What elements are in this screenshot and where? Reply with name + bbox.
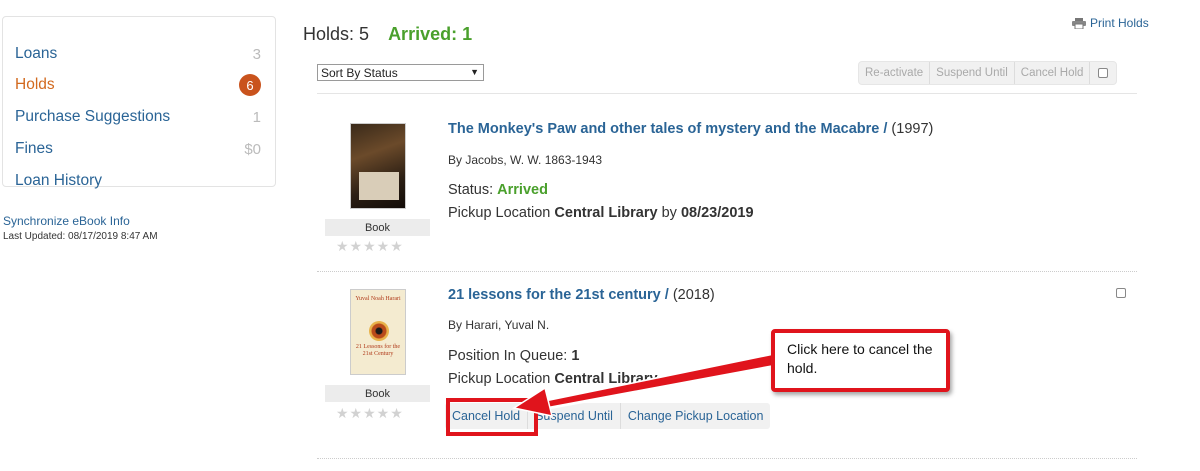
sidebar-item-loans[interactable]: Loans 3 [15, 42, 261, 66]
sidebar-item-count: 1 [252, 108, 261, 126]
star-rating[interactable]: ★★★★★ [336, 238, 404, 255]
sidebar-item-label: Holds [15, 76, 55, 93]
pickup-label: Pickup Location [448, 205, 551, 221]
printer-icon [1072, 17, 1086, 29]
hold-author: By Jacobs, W. W. 1863-1943 [448, 153, 603, 167]
chevron-down-icon: ▼ [470, 67, 479, 77]
annotation-callout: Click here to cancel the hold. [771, 329, 950, 392]
holds-count-badge: 6 [239, 74, 261, 96]
sidebar-item-fines[interactable]: Fines $0 [15, 137, 261, 161]
hold-year: (2018) [672, 287, 715, 303]
hold-status: Status: Arrived [448, 182, 548, 198]
status-value: Arrived [497, 182, 548, 198]
reactivate-button[interactable]: Re-activate [859, 62, 931, 84]
hold-title: The Monkey's Paw and other tales of myst… [448, 121, 933, 137]
sidebar-item-label: Loans [15, 45, 58, 62]
hold-title-link[interactable]: The Monkey's Paw and other tales of myst… [448, 121, 887, 137]
format-label: Book [325, 219, 430, 236]
sidebar-item-count: $0 [244, 140, 261, 158]
divider [317, 93, 1137, 94]
account-sidebar: Loans 3 Holds 6 Purchase Suggestions 1 F… [2, 16, 276, 189]
divider [317, 271, 1137, 272]
sidebar-item-holds[interactable]: Holds 6 [15, 73, 261, 97]
suspend-until-button[interactable]: Suspend Until [930, 62, 1015, 84]
bulk-actions-toolbar: Re-activate Suspend Until Cancel Hold [858, 61, 1118, 85]
hold-select-checkbox[interactable] [1116, 288, 1126, 298]
format-label: Book [325, 385, 430, 402]
pickup-label: Pickup Location [448, 371, 551, 387]
hold-year: (1997) [891, 121, 934, 137]
pickup-by-date: 08/23/2019 [680, 205, 754, 221]
sidebar-item-count: 3 [252, 45, 261, 63]
print-holds-label: Print Holds [1090, 16, 1149, 30]
cover-author-text: Yuval Noah Harari [355, 296, 401, 302]
cover-title-panel [359, 172, 399, 200]
divider [317, 458, 1137, 459]
page-title: Holds: 5 Arrived: 1 [303, 24, 472, 45]
pickup-by-label: by [661, 205, 677, 221]
sidebar-item-loan-history[interactable]: Loan History [15, 169, 261, 193]
hold-title: 21 lessons for the 21st century / (2018) [448, 287, 715, 303]
hold-pickup: Pickup Location Central Library by 08/23… [448, 205, 754, 221]
annotation-highlight-box [446, 398, 538, 436]
hold-title-link[interactable]: 21 lessons for the 21st century / [448, 287, 669, 303]
select-all-checkbox[interactable] [1098, 68, 1109, 78]
sort-select-value: Sort By Status [321, 65, 398, 80]
cover-eye-graphic [369, 321, 389, 341]
arrived-count-label: Arrived: 1 [388, 24, 473, 44]
print-holds-link[interactable]: Print Holds [1072, 16, 1149, 30]
hold-queue-position: Position In Queue: 1 [448, 348, 579, 364]
sync-ebook-info-link[interactable]: Synchronize eBook Info [3, 214, 130, 228]
sidebar-item-label: Loan History [15, 172, 103, 189]
last-updated-text: Last Updated: 08/17/2019 8:47 AM [3, 231, 158, 242]
sidebar-item-label: Fines [15, 140, 53, 157]
hold-author: By Harari, Yuval N. [448, 318, 550, 332]
select-all-checkbox-wrap[interactable] [1090, 62, 1116, 84]
sort-select[interactable]: Sort By Status ▼ [317, 64, 484, 81]
cover-title-text: 21 Lessons for the 21st Century [355, 344, 401, 357]
sidebar-item-purchase-suggestions[interactable]: Purchase Suggestions 1 [15, 105, 261, 129]
status-label: Status: [448, 182, 494, 198]
queue-label: Position In Queue: [448, 348, 568, 364]
holds-count-label: Holds: 5 [303, 24, 370, 44]
suspend-until-button[interactable]: Suspend Until [528, 403, 621, 429]
pickup-location: Central Library [554, 371, 658, 387]
sidebar-item-label: Purchase Suggestions [15, 108, 171, 125]
hold-pickup: Pickup Location Central Library [448, 371, 658, 387]
star-rating[interactable]: ★★★★★ [336, 405, 404, 422]
pickup-location: Central Library [554, 205, 658, 221]
book-cover-image[interactable]: Yuval Noah Harari 21 Lessons for the 21s… [350, 289, 406, 375]
book-cover-image[interactable] [350, 123, 406, 209]
queue-value: 1 [571, 348, 580, 364]
cancel-hold-bulk-button[interactable]: Cancel Hold [1015, 62, 1091, 84]
callout-text: Click here to cancel the hold. [787, 341, 933, 376]
change-pickup-location-button[interactable]: Change Pickup Location [621, 403, 771, 429]
